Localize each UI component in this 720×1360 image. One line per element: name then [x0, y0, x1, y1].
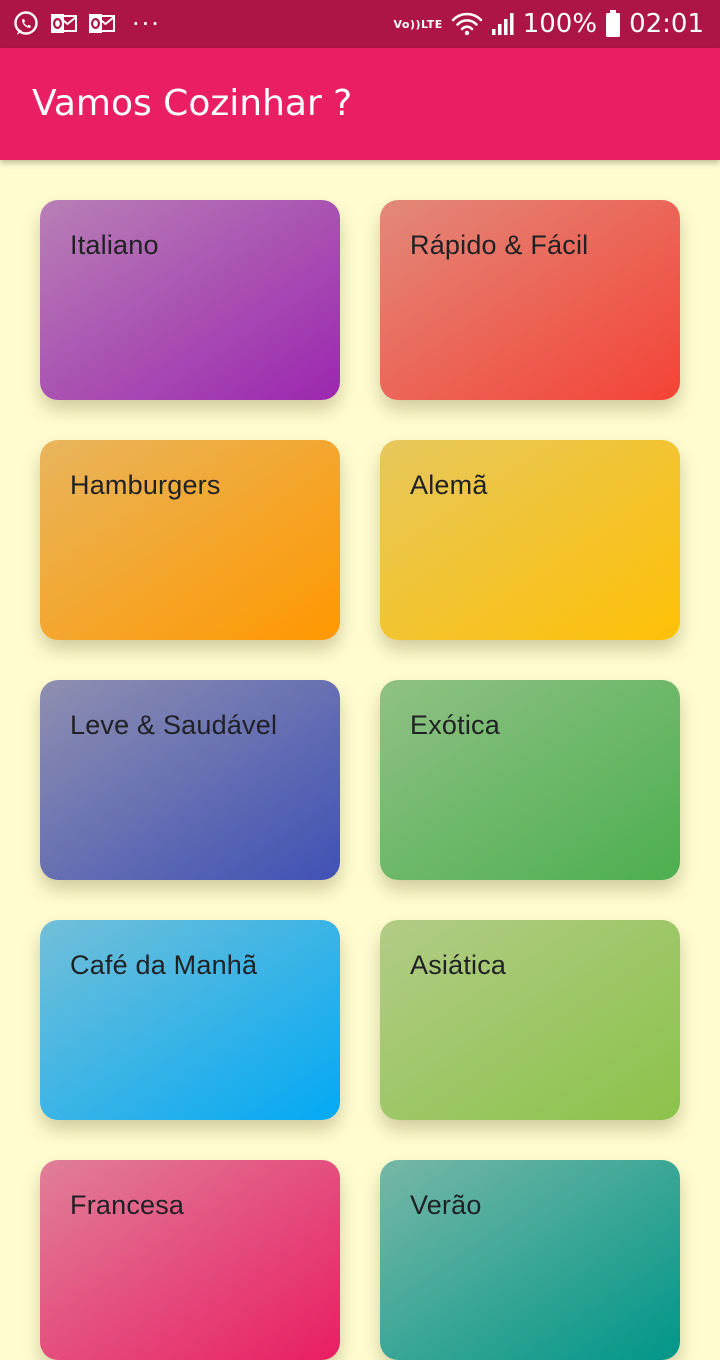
category-label: Asiática	[410, 950, 507, 980]
volte-icon: Vo)) LTE	[393, 19, 442, 30]
clock: 02:01	[629, 9, 704, 39]
category-tile-verao[interactable]: Verão	[380, 1160, 680, 1360]
category-label: Rápido & Fácil	[410, 230, 589, 260]
notification-icons: ···	[12, 0, 161, 48]
category-tile-leve-saudavel[interactable]: Leve & Saudável	[40, 680, 340, 880]
category-tile-asiatica[interactable]: Asiática	[380, 920, 680, 1120]
category-label: Exótica	[410, 710, 500, 740]
app-bar: Vamos Cozinhar ?	[0, 48, 720, 160]
category-tile-hamburgers[interactable]: Hamburgers	[40, 440, 340, 640]
category-tile-rapido-facil[interactable]: Rápido & Fácil	[380, 200, 680, 400]
category-tile-cafe-da-manha[interactable]: Café da Manhã	[40, 920, 340, 1120]
category-label: Hamburgers	[70, 470, 221, 500]
wifi-icon	[451, 11, 483, 37]
category-label: Francesa	[70, 1190, 185, 1220]
category-tile-francesa[interactable]: Francesa	[40, 1160, 340, 1360]
category-tile-alema[interactable]: Alemã	[380, 440, 680, 640]
status-bar: ··· Vo)) LTE 100% 02:01	[0, 0, 720, 48]
volte-top-label: Vo))	[393, 17, 421, 31]
volte-bottom-label: LTE	[421, 17, 443, 31]
category-label: Verão	[410, 1190, 482, 1220]
category-label: Café da Manhã	[70, 950, 258, 980]
more-notifications-icon: ···	[132, 10, 161, 38]
category-label: Leve & Saudável	[70, 710, 278, 740]
page-title: Vamos Cozinhar ?	[32, 83, 353, 124]
category-label: Italiano	[70, 230, 159, 260]
category-tile-exotica[interactable]: Exótica	[380, 680, 680, 880]
category-label: Alemã	[410, 470, 488, 500]
signal-icon	[491, 12, 515, 36]
outlook-icon	[88, 11, 116, 37]
battery-percent: 100%	[522, 9, 598, 39]
battery-icon	[605, 10, 621, 38]
category-tile-italiano[interactable]: Italiano	[40, 200, 340, 400]
whatsapp-icon	[12, 10, 40, 38]
category-grid: Italiano Rápido & Fácil Hamburgers Alemã…	[40, 200, 680, 1360]
outlook-icon	[50, 11, 78, 37]
system-icons: Vo)) LTE 100% 02:01	[393, 0, 704, 48]
